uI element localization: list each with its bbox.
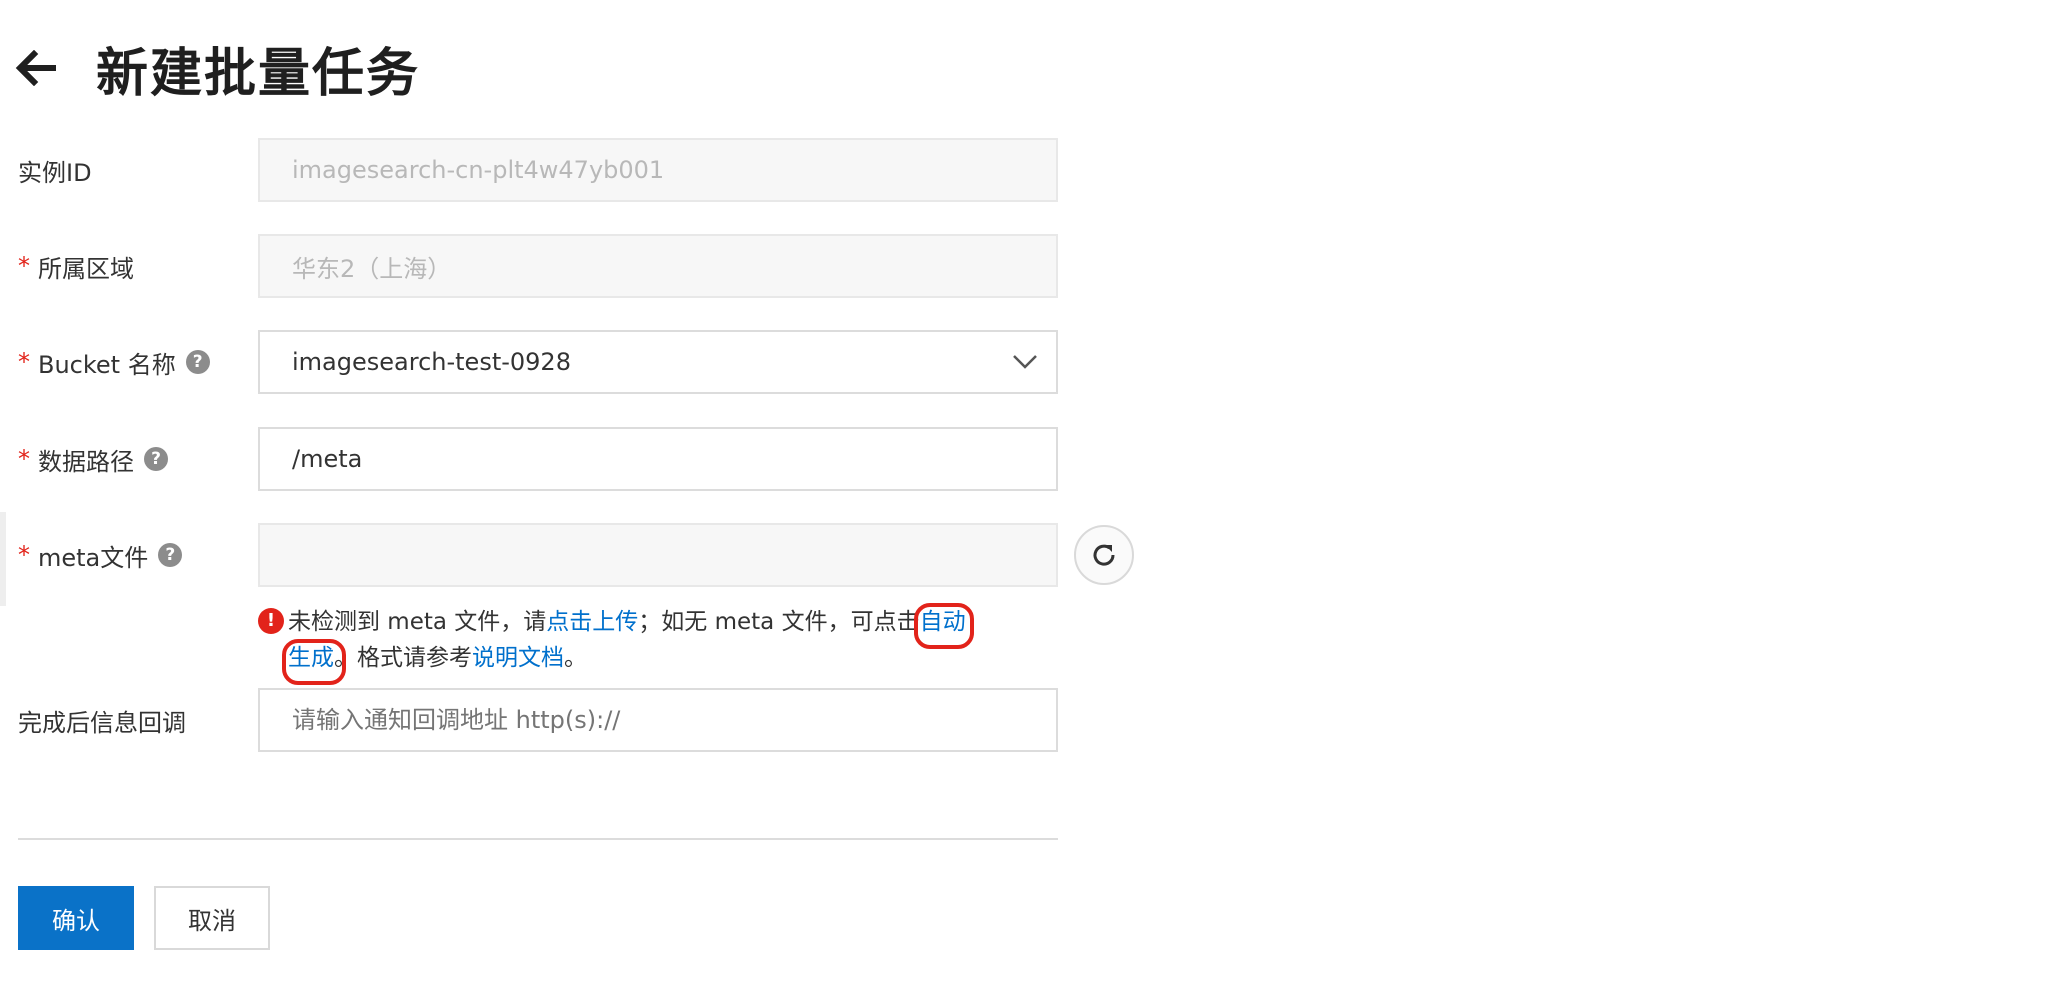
required-mark: * bbox=[18, 252, 30, 280]
region-label-text: 所属区域 bbox=[38, 254, 134, 283]
data-path-input[interactable]: /meta bbox=[258, 427, 1058, 491]
form-row-data-path: * 数据路径 ? /meta bbox=[18, 427, 1138, 491]
refresh-button[interactable] bbox=[1074, 525, 1134, 585]
instance-id-label: 实例ID bbox=[18, 138, 92, 202]
form-row-bucket: * Bucket 名称 ? imagesearch-test-0928 bbox=[18, 330, 1138, 394]
left-edge-handle bbox=[0, 512, 6, 606]
question-circle-icon[interactable]: ? bbox=[144, 447, 168, 471]
cancel-button[interactable]: 取消 bbox=[154, 886, 270, 950]
page-header: 新建批量任务 bbox=[14, 28, 420, 108]
bucket-label-text: Bucket 名称 bbox=[38, 350, 176, 379]
callback-url-input[interactable] bbox=[258, 688, 1058, 752]
form-divider bbox=[18, 838, 1058, 840]
chevron-down-icon bbox=[1010, 347, 1040, 377]
back-button[interactable] bbox=[14, 38, 74, 98]
bucket-select[interactable]: imagesearch-test-0928 bbox=[258, 330, 1058, 394]
form-row-instance-id: 实例ID imagesearch-cn-plt4w47yb001 bbox=[18, 138, 1138, 202]
data-path-label-text: 数据路径 bbox=[38, 447, 134, 476]
auto-generate-link-text: 自动 bbox=[919, 609, 966, 635]
callback-label: 完成后信息回调 bbox=[18, 688, 186, 752]
page: 新建批量任务 实例ID imagesearch-cn-plt4w47yb001 … bbox=[0, 0, 2060, 1000]
arrow-left-icon bbox=[15, 50, 56, 86]
bucket-label: * Bucket 名称 ? bbox=[18, 330, 210, 394]
question-circle-icon[interactable]: ? bbox=[158, 543, 183, 567]
doc-link[interactable]: 说明文档 bbox=[472, 645, 564, 671]
refresh-icon bbox=[1093, 544, 1115, 566]
required-mark: * bbox=[18, 541, 30, 569]
auto-generate-link-continued[interactable]: 生成 bbox=[282, 639, 346, 685]
error-text-part: ；如无 meta 文件，可点击 bbox=[638, 609, 920, 635]
error-text-part: 。 bbox=[564, 645, 587, 671]
error-text-part: 。格式请参考 bbox=[334, 645, 472, 671]
confirm-button[interactable]: 确认 bbox=[18, 886, 134, 950]
auto-generate-link[interactable]: 自动 bbox=[913, 603, 974, 649]
region-value: 华东2（上海） bbox=[292, 254, 452, 283]
form-row-meta-file: * meta文件 ? bbox=[18, 523, 1138, 587]
error-icon: ! bbox=[258, 608, 284, 634]
bucket-select-value: imagesearch-test-0928 bbox=[292, 348, 571, 376]
region-field: 华东2（上海） bbox=[258, 234, 1058, 298]
region-label: * 所属区域 bbox=[18, 234, 134, 298]
meta-file-label-text: meta文件 bbox=[38, 543, 149, 572]
upload-link[interactable]: 点击上传 bbox=[546, 609, 638, 635]
page-title: 新建批量任务 bbox=[96, 43, 421, 104]
meta-file-select[interactable] bbox=[258, 523, 1058, 587]
instance-id-field: imagesearch-cn-plt4w47yb001 bbox=[258, 138, 1058, 202]
data-path-value: /meta bbox=[292, 445, 363, 473]
form-row-callback: 完成后信息回调 bbox=[18, 688, 1138, 752]
required-mark: * bbox=[18, 348, 30, 376]
error-text: 未检测到 meta 文件，请点击上传；如无 meta 文件，可点击自动生成 。格式… bbox=[282, 603, 1058, 685]
callback-label-text: 完成后信息回调 bbox=[18, 708, 186, 737]
auto-generate-link-text: 生成 bbox=[288, 645, 334, 671]
required-mark: * bbox=[18, 445, 30, 473]
meta-file-error-message: ! 未检测到 meta 文件，请点击上传；如无 meta 文件，可点击自动 生成。… bbox=[258, 603, 1058, 685]
error-text-part: 未检测到 meta 文件，请 bbox=[288, 609, 547, 635]
instance-id-value: imagesearch-cn-plt4w47yb001 bbox=[292, 156, 665, 184]
data-path-label: * 数据路径 ? bbox=[18, 427, 168, 491]
meta-file-label: * meta文件 ? bbox=[18, 523, 183, 587]
question-circle-icon[interactable]: ? bbox=[185, 350, 210, 374]
instance-id-label-text: 实例ID bbox=[18, 158, 92, 187]
form-row-region: * 所属区域 华东2（上海） bbox=[18, 234, 1138, 298]
